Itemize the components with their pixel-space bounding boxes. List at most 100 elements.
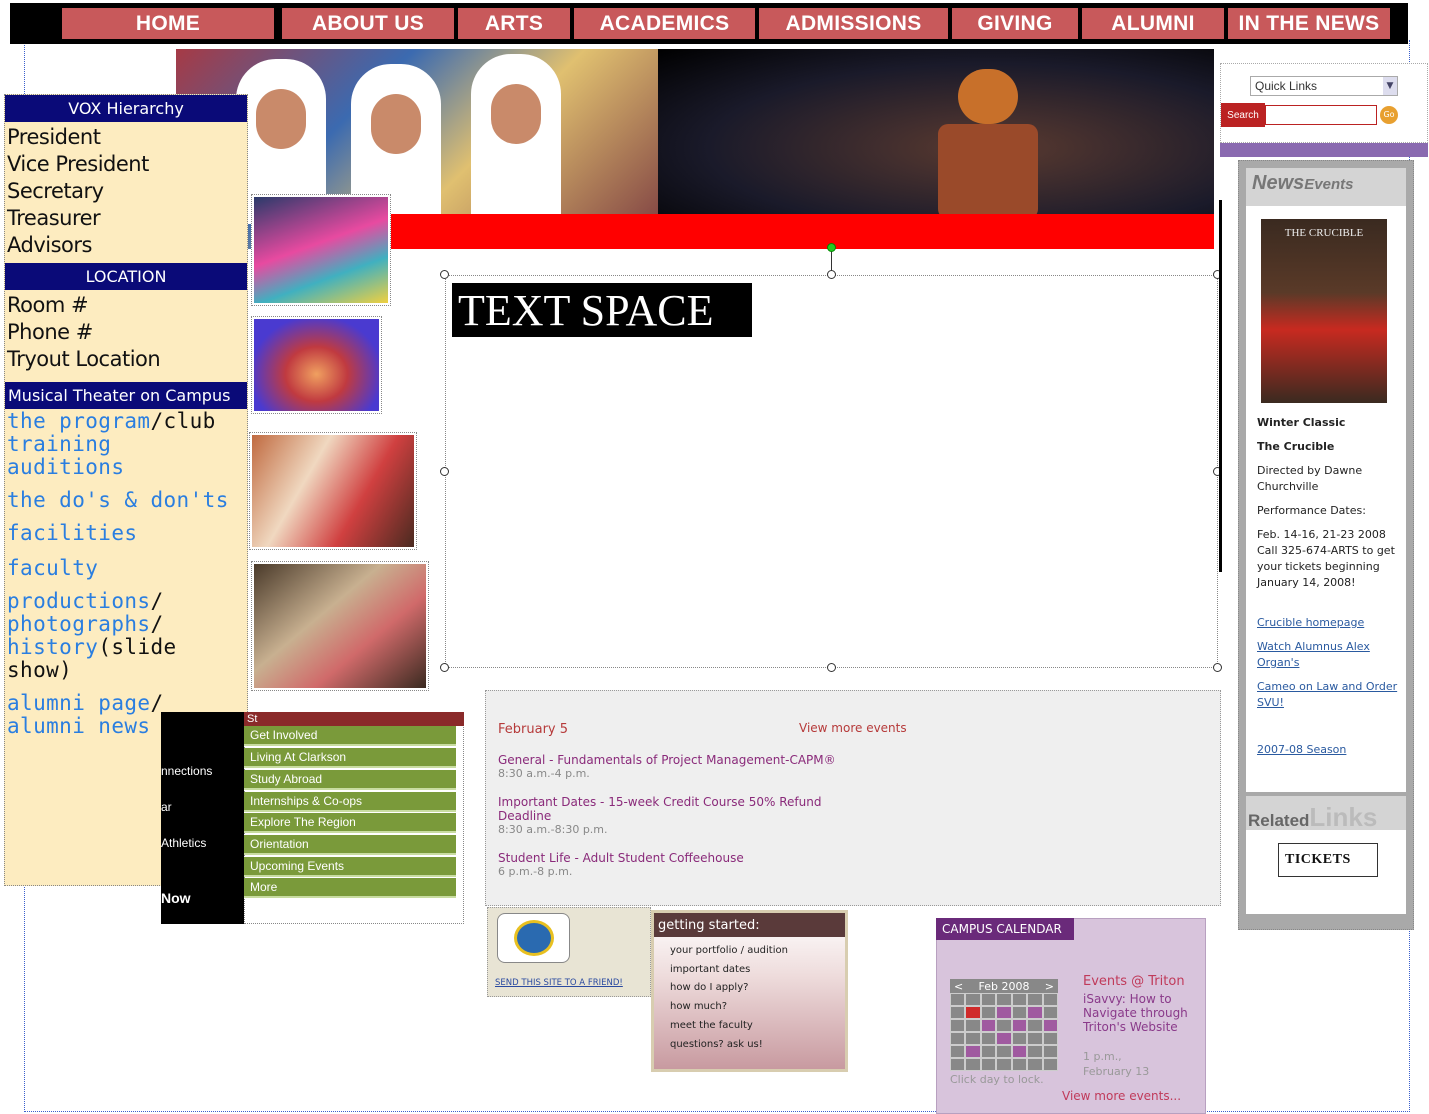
view-more-calendar-events-link[interactable]: View more events... (1062, 1089, 1181, 1103)
event-title[interactable]: Student Life - Adult Student Coffeehouse (498, 851, 918, 865)
club-link[interactable]: /club (150, 409, 215, 433)
auditions-link[interactable]: auditions (5, 456, 247, 479)
green-menu-item[interactable]: More (244, 878, 456, 898)
musical-theater-heading: Musical Theater on Campus (5, 382, 247, 409)
crucible-poster[interactable] (1261, 219, 1387, 403)
nav-alumni[interactable]: ALUMNI (1082, 8, 1228, 39)
menu-left-item[interactable]: ar (161, 800, 172, 814)
calendar-month-label: Feb 2008 (978, 979, 1030, 993)
nav-arts[interactable]: ARTS (458, 8, 574, 39)
getting-started-link[interactable]: how do I apply? (670, 982, 748, 993)
site-logo-badge[interactable] (497, 913, 570, 963)
calendar-event-name[interactable]: iSavvy: How to Navigate through Triton's… (1083, 992, 1193, 1034)
getting-started-link[interactable]: questions? ask us! (670, 1039, 763, 1050)
photographs-link[interactable]: photographs (7, 612, 150, 636)
green-menu-item[interactable]: Get Involved (244, 726, 456, 746)
hierarchy-item[interactable]: Treasurer (5, 205, 247, 232)
cameo-law-order-link[interactable]: Cameo on Law and Order SVU! (1257, 679, 1399, 711)
photo-thumbnail[interactable] (251, 316, 382, 414)
search-input[interactable] (1265, 105, 1377, 125)
photo-thumbnail[interactable] (251, 194, 391, 306)
location-item: Tryout Location (7, 347, 161, 371)
nav-giving[interactable]: GIVING (952, 8, 1082, 39)
green-menu-item[interactable]: Upcoming Events (244, 857, 456, 877)
tickets-button[interactable]: TICKETS (1278, 843, 1378, 877)
event-title[interactable]: Important Dates - 15-week Credit Course … (498, 795, 878, 823)
getting-started-link[interactable]: important dates (670, 964, 750, 975)
getting-started-link[interactable]: your portfolio / audition (670, 945, 788, 956)
slideshow-link-cont[interactable]: show) (7, 658, 72, 682)
slash-separator: / (150, 589, 164, 613)
search-go-button[interactable]: Go (1380, 106, 1398, 124)
chevron-down-icon[interactable]: ▼ (1383, 77, 1397, 95)
nav-home[interactable]: HOME (62, 8, 278, 39)
events-at-triton-title: Events @ Triton (1083, 974, 1185, 989)
slash-separator: / (150, 612, 164, 636)
calendar-hint: Click day to lock. (950, 1073, 1044, 1086)
hierarchy-item[interactable]: Advisors (5, 232, 247, 259)
photo-thumbnail[interactable] (249, 432, 417, 550)
hierarchy-item[interactable]: Secretary (5, 178, 247, 205)
resize-handle[interactable] (827, 663, 836, 672)
nav-in-the-news[interactable]: IN THE NEWS (1228, 8, 1390, 39)
training-link[interactable]: training (5, 433, 247, 456)
faculty-link[interactable]: faculty (5, 557, 247, 580)
resize-handle[interactable] (440, 270, 449, 279)
location-item: Phone # (7, 320, 93, 344)
events-date: February 5 (498, 722, 569, 737)
nav-about-us[interactable]: ABOUT US (282, 8, 458, 39)
green-menu-header: St (244, 712, 464, 726)
hero-photo-performer (658, 49, 1214, 219)
green-menu-item[interactable]: Orientation (244, 835, 456, 855)
getting-started-link[interactable]: how much? (670, 1001, 727, 1012)
menu-left-item[interactable]: Athletics (161, 836, 206, 850)
nav-academics[interactable]: ACADEMICS (574, 8, 759, 39)
green-menu-item[interactable]: Living At Clarkson (244, 748, 456, 768)
green-menu-item[interactable]: Study Abroad (244, 770, 456, 790)
quick-links-select[interactable]: Quick Links (1250, 76, 1398, 96)
calendar-month-bar: < Feb 2008 > (950, 979, 1058, 993)
resize-handle[interactable] (1213, 663, 1222, 672)
rotation-handle[interactable] (827, 243, 836, 252)
location-heading: LOCATION (5, 263, 247, 290)
season-link[interactable]: 2007-08 Season (1257, 742, 1399, 758)
photo-thumbnail[interactable] (251, 561, 429, 691)
crucible-homepage-link[interactable]: Crucible homepage (1257, 615, 1399, 631)
getting-started-heading: getting started: (654, 913, 845, 937)
calendar-grid[interactable] (950, 993, 1058, 1071)
facilities-link[interactable]: facilities (5, 522, 247, 545)
nav-admissions[interactable]: ADMISSIONS (759, 8, 952, 39)
menu-left-item[interactable]: nnections (161, 764, 212, 778)
view-more-events-link[interactable]: View more events (799, 721, 907, 735)
location-item: Room # (7, 293, 89, 317)
send-site-link[interactable]: SEND THIS SITE TO A FRIEND! (495, 978, 623, 988)
event-time: 8:30 a.m.-4 p.m. (498, 767, 590, 780)
calendar-next-button[interactable]: > (1045, 980, 1054, 993)
rotation-handle-line (831, 251, 832, 271)
crucible-poster-title: THE CRUCIBLE (1284, 227, 1364, 239)
menu-left-item[interactable]: Now (161, 890, 191, 906)
hierarchy-item[interactable]: Vice President (5, 151, 247, 178)
events-panel: February 5 View more events General - Fu… (485, 690, 1221, 906)
alumni-page-link[interactable]: alumni page (7, 691, 150, 715)
calendar-prev-button[interactable]: < (954, 980, 963, 993)
calendar-event-date: February 13 (1083, 1065, 1150, 1078)
program-link[interactable]: the program (7, 409, 150, 433)
crucible-title-label: The Crucible (1257, 440, 1335, 453)
green-menu-item[interactable]: Internships & Co-ops (244, 792, 456, 812)
purple-divider (1220, 143, 1428, 157)
event-title[interactable]: General - Fundamentals of Project Manage… (498, 753, 918, 767)
slideshow-link[interactable]: (slide (98, 635, 176, 659)
resize-handle[interactable] (440, 663, 449, 672)
hero-red-stripe (658, 214, 1214, 249)
event-time: 8:30 a.m.-8:30 p.m. (498, 823, 608, 836)
resize-handle[interactable] (440, 467, 449, 476)
watch-alumnus-link[interactable]: Watch Alumnus Alex Organ's (1257, 639, 1399, 671)
getting-started-link[interactable]: meet the faculty (670, 1020, 753, 1031)
dos-donts-link[interactable]: the do's & don'ts (5, 489, 247, 512)
resize-handle[interactable] (827, 270, 836, 279)
hierarchy-item[interactable]: President (5, 124, 247, 151)
productions-link[interactable]: productions (7, 589, 150, 613)
history-link[interactable]: history (7, 635, 98, 659)
green-menu-item[interactable]: Explore The Region (244, 813, 456, 833)
